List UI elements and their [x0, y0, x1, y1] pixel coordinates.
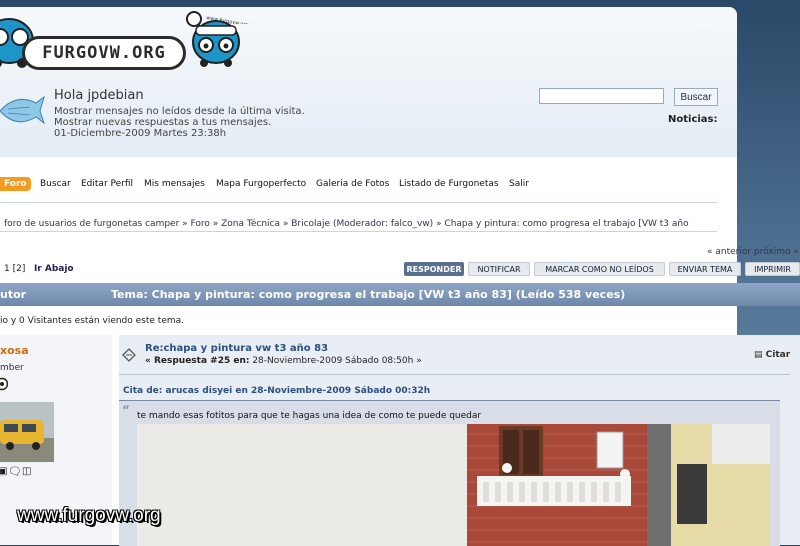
- topic-title: Tema: Chapa y pintura: como progresa el …: [111, 288, 626, 301]
- quote-text: te mando esas fotitos para que te hagas …: [137, 411, 482, 421]
- breadcrumb[interactable]: foro de usuarios de furgonetas camper » …: [4, 219, 689, 229]
- nav-mapa[interactable]: Mapa Furgoperfecto: [216, 177, 306, 191]
- divider: [0, 231, 717, 232]
- svg-text:www.furgovw.org: www.furgovw.org: [206, 15, 249, 24]
- nav-galeria[interactable]: Galeria de Fotos: [316, 177, 389, 191]
- pagination: 1 [2] Ir Abajo: [4, 264, 74, 274]
- reply-date: 28-Noviembre-2009 Sábado 08:50h »: [249, 356, 422, 366]
- post-body: Re:chapa y pintura vw t3 año 83 « Respue…: [119, 335, 800, 546]
- camera-icon[interactable]: ◫: [22, 466, 31, 477]
- news-label: Noticias:: [668, 114, 718, 125]
- watermark: www.furgovw.org: [17, 505, 161, 526]
- search-button[interactable]: Buscar: [674, 88, 718, 106]
- mark-unread-button[interactable]: MARCAR COMO NO LEÍDOS: [534, 262, 665, 276]
- quote-block: “ te mando esas fotitos para que te haga…: [119, 400, 780, 546]
- quote-mark-icon: “: [122, 403, 130, 417]
- divider: [119, 374, 790, 375]
- poster-rank: mber: [0, 363, 24, 373]
- status-icon: [0, 377, 8, 391]
- divider: [0, 202, 717, 203]
- notify-button[interactable]: NOTIFICAR: [468, 262, 530, 276]
- quote-header: Cita de: arucas disyei en 28-Noviembre-2…: [123, 386, 431, 396]
- quote-icon: ▤: [754, 350, 763, 360]
- nav-foro[interactable]: Foro: [0, 177, 31, 191]
- go-down-link[interactable]: Ir Abajo: [34, 264, 74, 274]
- van-caption-text: www.furgovw.org: [206, 15, 249, 24]
- topic-title-bar: utor Tema: Chapa y pintura: como progres…: [0, 283, 800, 306]
- post-icon: [122, 348, 136, 362]
- nav-listado[interactable]: Listado de Furgonetas: [399, 177, 499, 191]
- current-date: 01-Diciembre-2009 Martes 23:38h: [54, 128, 227, 139]
- poster-avatar: [0, 402, 54, 462]
- new-replies-link[interactable]: Mostrar nuevas respuestas a tus mensajes…: [54, 117, 271, 128]
- search-input[interactable]: [539, 88, 664, 104]
- profile-icon[interactable]: ▣: [0, 466, 7, 477]
- nav-salir[interactable]: Salir: [509, 177, 529, 191]
- site-logo[interactable]: FURGOVW.ORG: [22, 36, 186, 70]
- quoted-photo: [137, 424, 770, 546]
- greeting: Hola jpdebian: [54, 88, 144, 103]
- unread-since-last-visit-link[interactable]: Mostrar mensajes no leídos desde la últi…: [54, 106, 305, 117]
- reply-button[interactable]: RESPONDER: [404, 262, 464, 276]
- prev-next-links[interactable]: « anterior próximo »: [707, 247, 799, 257]
- post-subject[interactable]: Re:chapa y pintura vw t3 año 83: [145, 343, 328, 354]
- nav-mis-mensajes[interactable]: Mis mensajes: [144, 177, 205, 191]
- post-meta: « Respuesta #25 en: 28-Noviembre-2009 Sá…: [145, 356, 422, 366]
- nav-buscar[interactable]: Buscar: [40, 177, 71, 191]
- header-banner: ⌃ FURGOVW.ORG www.furgovw.org Hola jpdeb…: [0, 7, 737, 157]
- viewers-info: io y 0 Visitantes están viendo este tema…: [0, 316, 184, 326]
- collapse-header-icon[interactable]: ⌃: [698, 21, 708, 35]
- message-icon[interactable]: 🗨: [8, 465, 22, 478]
- forum-fish-icon: [0, 95, 45, 125]
- send-topic-button[interactable]: ENVIAR TEMA: [669, 262, 741, 276]
- quote-label: Citar: [765, 350, 791, 360]
- poster-name[interactable]: xosa: [0, 344, 29, 357]
- quote-button[interactable]: ▤ Citar: [754, 350, 790, 360]
- author-column-label: utor: [0, 288, 27, 301]
- page-numbers[interactable]: 1 [2]: [4, 264, 25, 274]
- nav-editar-perfil[interactable]: Editar Perfil: [81, 177, 133, 191]
- print-button[interactable]: IMPRIMIR: [745, 262, 800, 276]
- reply-number: « Respuesta #25 en:: [145, 356, 250, 366]
